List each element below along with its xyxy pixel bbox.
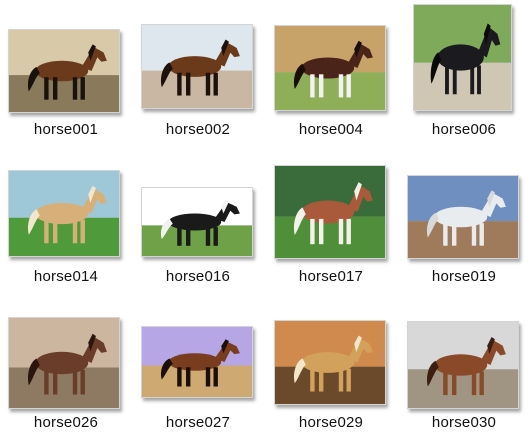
file-label[interactable]: horse027 — [132, 414, 264, 431]
file-label[interactable]: horse029 — [265, 414, 397, 431]
horse-thumbnail[interactable] — [407, 321, 519, 409]
file-label[interactable]: horse002 — [132, 121, 264, 138]
gallery-item[interactable]: horse002 — [132, 0, 264, 140]
horse-thumbnail[interactable] — [8, 317, 120, 409]
gallery-item[interactable]: horse029 — [265, 293, 397, 433]
horse-thumbnail[interactable] — [141, 187, 253, 257]
horse-thumbnail[interactable] — [274, 165, 386, 259]
thumbnail-grid: horse001 horse002 horse004 horse006 hors… — [0, 0, 530, 439]
gallery-item[interactable]: horse006 — [398, 0, 530, 140]
horse-thumbnail[interactable] — [141, 24, 253, 109]
file-label[interactable]: horse004 — [265, 121, 397, 138]
gallery-item[interactable]: horse017 — [265, 147, 397, 287]
file-label[interactable]: horse014 — [0, 268, 132, 285]
horse-thumbnail[interactable] — [407, 175, 519, 259]
horse-thumbnail[interactable] — [413, 4, 512, 111]
horse-thumbnail[interactable] — [8, 29, 120, 113]
horse-thumbnail[interactable] — [141, 326, 253, 398]
file-label[interactable]: horse026 — [0, 414, 132, 431]
file-label[interactable]: horse001 — [0, 121, 132, 138]
gallery-item[interactable]: horse030 — [398, 293, 530, 433]
horse-thumbnail[interactable] — [8, 170, 120, 257]
file-label[interactable]: horse030 — [398, 414, 530, 431]
file-label[interactable]: horse017 — [265, 268, 397, 285]
file-label[interactable]: horse016 — [132, 268, 264, 285]
gallery-item[interactable]: horse019 — [398, 147, 530, 287]
gallery-item[interactable]: horse016 — [132, 147, 264, 287]
gallery-item[interactable]: horse014 — [0, 147, 132, 287]
horse-thumbnail[interactable] — [274, 320, 386, 405]
gallery-item[interactable]: horse001 — [0, 0, 132, 140]
gallery-item[interactable]: horse026 — [0, 293, 132, 433]
file-label[interactable]: horse006 — [398, 121, 530, 138]
gallery-item[interactable]: horse027 — [132, 293, 264, 433]
gallery-item[interactable]: horse004 — [265, 0, 397, 140]
file-label[interactable]: horse019 — [398, 268, 530, 285]
horse-thumbnail[interactable] — [274, 25, 386, 111]
